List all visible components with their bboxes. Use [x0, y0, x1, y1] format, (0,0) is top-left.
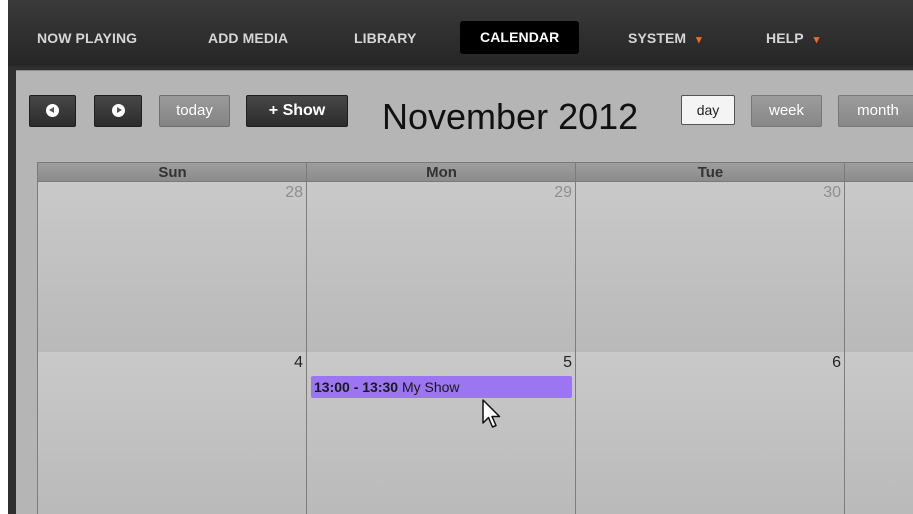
weekday-header: Sun: [37, 162, 307, 182]
day-cell[interactable]: 29: [306, 182, 576, 353]
nav-system-label: SYSTEM: [628, 30, 687, 46]
chevron-right-circle-icon: [111, 104, 125, 117]
mouse-pointer-icon: [482, 399, 501, 428]
nav-calendar[interactable]: CALENDAR: [460, 21, 580, 54]
day-number: 6: [832, 354, 841, 371]
day-number: 29: [554, 184, 572, 201]
day-cell-partial[interactable]: [844, 182, 913, 353]
add-show-button[interactable]: + Show: [246, 95, 348, 127]
event-time: 13:00 - 13:30: [314, 379, 399, 395]
nav-help[interactable]: HELP ▾: [766, 22, 819, 54]
view-day-button[interactable]: day: [681, 95, 735, 125]
day-cell-partial[interactable]: [844, 352, 913, 514]
show-event[interactable]: 13:00 - 13:30 My Show: [311, 376, 572, 398]
chevron-down-icon: ▾: [696, 34, 702, 46]
nav-now-playing[interactable]: NOW PLAYING: [37, 22, 137, 54]
nav-library[interactable]: LIBRARY: [354, 22, 416, 54]
day-cell[interactable]: 6: [575, 352, 845, 514]
view-week-button[interactable]: week: [751, 95, 822, 127]
chevron-down-icon: ▾: [813, 34, 820, 46]
day-number: 4: [294, 354, 303, 371]
plus-icon: +: [268, 102, 279, 119]
view-month-button[interactable]: month: [838, 95, 913, 127]
next-month-button[interactable]: [94, 95, 142, 127]
today-button[interactable]: today: [159, 95, 230, 127]
day-number: 30: [823, 184, 841, 201]
day-cell[interactable]: 28: [37, 182, 307, 353]
day-cell[interactable]: 4: [37, 352, 307, 514]
weekday-header-partial: [844, 162, 913, 182]
nav-help-label: HELP: [766, 30, 804, 46]
app-frame: NOW PLAYING ADD MEDIA LIBRARY CALENDAR S…: [8, 0, 913, 514]
weekday-header: Mon: [306, 162, 576, 182]
month-grid: Sun Mon Tue 28 29 30 4 5 6 13:00 - 13:30…: [37, 162, 913, 514]
nav-system[interactable]: SYSTEM ▾: [628, 22, 702, 54]
add-show-label: Show: [282, 102, 326, 119]
top-navigation: NOW PLAYING ADD MEDIA LIBRARY CALENDAR S…: [8, 0, 913, 66]
day-number: 28: [285, 184, 303, 201]
day-cell[interactable]: 30: [575, 182, 845, 353]
weekday-header: Tue: [575, 162, 845, 182]
chevron-left-circle-icon: [46, 104, 59, 117]
calendar-panel: today + Show November 2012 day week mont…: [16, 70, 913, 514]
day-number: 5: [563, 354, 572, 371]
prev-month-button[interactable]: [29, 95, 76, 127]
event-title: My Show: [401, 379, 460, 395]
nav-add-media[interactable]: ADD MEDIA: [208, 22, 288, 54]
month-title: November 2012: [382, 96, 639, 137]
